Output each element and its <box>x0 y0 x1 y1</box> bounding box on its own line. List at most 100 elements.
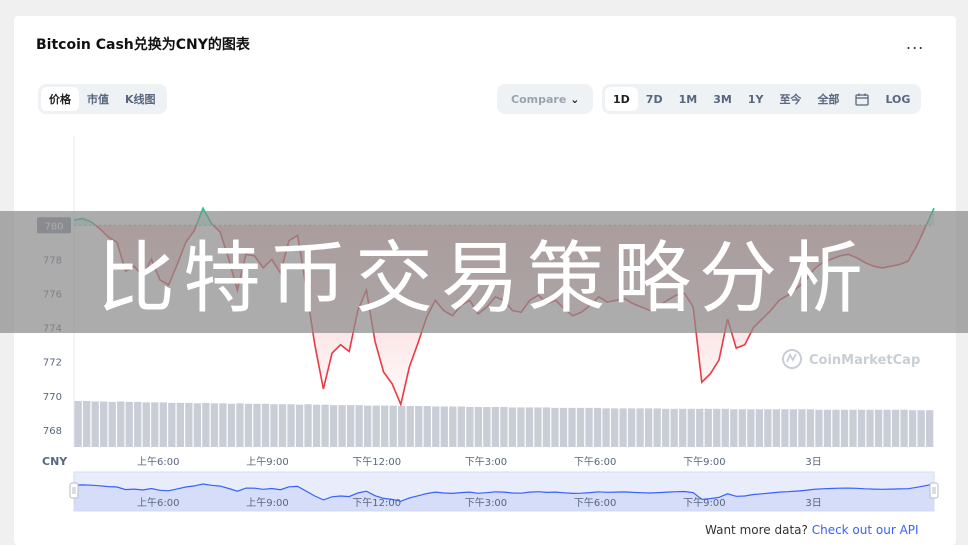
volume-bar <box>738 409 746 447</box>
volume-bar <box>117 401 125 447</box>
navigator-handle[interactable] <box>69 482 79 499</box>
volume-bar <box>866 409 874 447</box>
navigator-tick-label: 下午3:00 <box>465 496 507 509</box>
y-tick-label: 772 <box>43 358 62 369</box>
volume-bar <box>338 405 346 447</box>
volume-bar <box>730 409 738 447</box>
volume-bar <box>815 409 823 447</box>
volume-bar <box>125 401 133 447</box>
x-tick-label: 下午6:00 <box>574 455 616 468</box>
volume-bar <box>483 406 491 447</box>
volume-bar <box>423 406 431 447</box>
currency-label: CNY <box>42 455 68 468</box>
volume-bar <box>755 409 764 447</box>
navigator-handle[interactable] <box>929 482 939 499</box>
volume-bar <box>355 405 363 447</box>
api-prefix: Want more data? <box>705 523 808 537</box>
x-tick-label: 3日 <box>805 457 821 468</box>
volume-bar <box>108 401 116 447</box>
volume-bar <box>304 404 312 447</box>
volume-bar <box>806 409 815 447</box>
volume-bar <box>551 407 559 447</box>
volume-bar <box>704 408 712 447</box>
volume-bar <box>219 403 227 447</box>
watermark-text: CoinMarketCap <box>809 353 920 368</box>
volume-bar <box>593 407 602 447</box>
volume-bar <box>168 402 176 447</box>
volume-bar <box>679 408 687 447</box>
volume-bar <box>602 408 610 447</box>
navigator-tick-label: 上午6:00 <box>137 496 179 509</box>
volume-bar <box>312 404 321 447</box>
volume-bar <box>610 408 619 447</box>
x-tick-label: 下午12:00 <box>352 455 401 468</box>
volume-bar <box>687 408 695 447</box>
volume-bar <box>176 402 184 447</box>
volume-bar <box>670 408 678 447</box>
volume-bar <box>142 402 150 447</box>
volume-bar <box>840 409 849 447</box>
y-tick-label: 768 <box>43 426 62 437</box>
volume-bar <box>781 409 789 447</box>
volume-bar <box>372 405 380 447</box>
volume-bar <box>508 407 517 447</box>
volume-bar <box>457 406 465 447</box>
volume-bar <box>568 407 576 447</box>
volume-bar <box>662 408 670 447</box>
volume-bar <box>517 407 525 447</box>
coinmarketcap-logo: CoinMarketCap <box>782 349 920 369</box>
volume-bar <box>364 405 372 447</box>
volume-bar <box>449 406 457 447</box>
volume-bar <box>772 409 781 447</box>
volume-bar <box>244 403 253 447</box>
navigator-tick-label: 上午9:00 <box>246 496 288 509</box>
volume-bar <box>525 407 534 447</box>
volume-bar <box>253 403 261 447</box>
volume-bar <box>159 402 167 447</box>
volume-bar <box>295 404 304 447</box>
volume-bar <box>559 407 568 447</box>
volume-bar <box>346 405 355 447</box>
volume-bar <box>491 406 500 447</box>
volume-bar <box>619 408 627 447</box>
volume-bar <box>227 403 236 447</box>
volume-bar <box>542 407 551 447</box>
range-navigator[interactable]: 上午6:00 上午9:00 下午12:00 下午3:00 下午6:00 下午9:00 3日 <box>69 471 939 512</box>
volume-bar <box>653 408 661 447</box>
volume-bar <box>713 408 721 447</box>
volume-bar <box>261 403 270 447</box>
volume-bar <box>925 410 934 447</box>
volume-bar <box>134 401 142 447</box>
volume-bar <box>202 402 210 447</box>
volume-bar <box>721 408 729 447</box>
volume-bar <box>636 408 644 447</box>
navigator-tick-label: 下午6:00 <box>574 496 616 509</box>
volume-bar <box>398 406 406 447</box>
volume-bar <box>270 404 278 447</box>
volume-bar <box>747 409 755 447</box>
volume-bar <box>849 409 857 447</box>
x-tick-label: 下午3:00 <box>465 455 507 468</box>
volume-bar <box>789 409 798 447</box>
volume-bar <box>381 405 389 447</box>
volume-bar <box>474 406 483 447</box>
volume-bar <box>832 409 840 447</box>
volume-bar <box>534 407 542 447</box>
volume-bar <box>74 401 82 447</box>
y-tick-label: 770 <box>43 392 62 403</box>
volume-bar <box>432 406 440 447</box>
volume-bar <box>287 404 295 447</box>
navigator-tick-label: 下午12:00 <box>352 496 401 509</box>
volume-bar <box>415 406 423 447</box>
volume-bar <box>440 406 448 447</box>
x-axis: 上午6:00 上午9:00 下午12:00 下午3:00 下午6:00 下午9:00 3日 <box>137 455 822 468</box>
volume-bar <box>329 405 338 447</box>
volume-bar <box>874 409 883 447</box>
volume-bars <box>74 401 934 447</box>
volume-bar <box>627 408 636 447</box>
volume-bar <box>908 410 917 447</box>
volume-bar <box>466 406 474 447</box>
navigator-tick-label: 下午9:00 <box>683 496 725 509</box>
api-link[interactable]: Check out our API <box>812 523 919 537</box>
volume-bar <box>857 409 866 447</box>
